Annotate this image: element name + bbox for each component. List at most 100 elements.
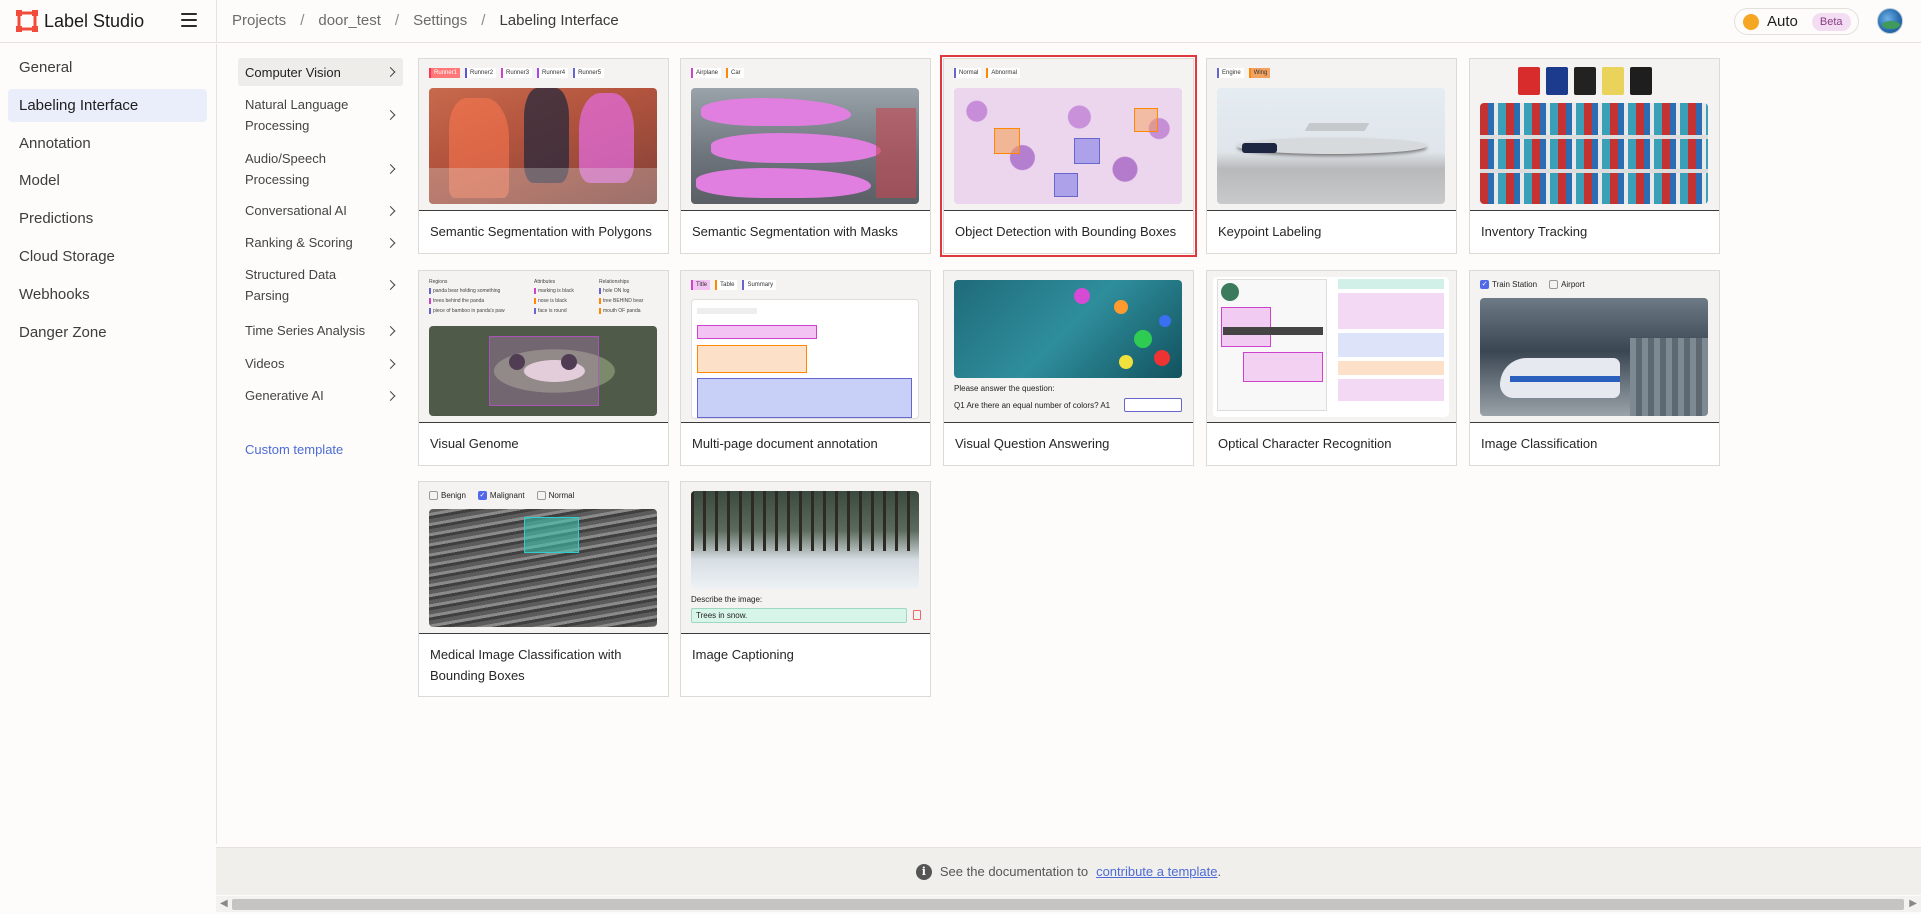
category-label: Structured Data Parsing (245, 267, 337, 303)
chevron-right-icon (385, 358, 396, 369)
label-chips: Airplane Car (691, 68, 744, 78)
choice-label: Train Station (1492, 280, 1538, 289)
template-title: Medical Image Classification with Boundi… (430, 647, 622, 683)
choice-label: Benign (441, 491, 466, 500)
template-thumbnail: Airplane Car (681, 59, 930, 211)
product-thumbnails (1518, 67, 1676, 95)
sidebar-item-general[interactable]: General (8, 51, 207, 84)
template-title: Keypoint Labeling (1218, 224, 1322, 239)
template-card-medical[interactable]: Benign ✓ Malignant Normal Medical Image C… (418, 481, 669, 697)
avatar[interactable] (1877, 8, 1903, 34)
choice-label: Airport (1561, 280, 1585, 289)
label-chip: Abnormal (986, 68, 1021, 78)
category-videos[interactable]: Videos (238, 353, 403, 374)
category-nlp[interactable]: Natural Language Processing (238, 94, 403, 136)
classification-choices: ✓ Train Station Airport (1480, 280, 1585, 289)
category-label: Ranking & Scoring (245, 235, 353, 250)
app-name: Label Studio (44, 10, 145, 31)
template-title: Image Captioning (692, 647, 794, 662)
sidebar-item-predictions[interactable]: Predictions (8, 202, 207, 235)
auto-mode-toggle[interactable]: Auto Beta (1734, 8, 1859, 35)
jet-image (1217, 88, 1445, 204)
template-card-semantic-polygons[interactable]: Runner1 Runner2 Runner3 Runner4 Runner5 … (418, 58, 669, 254)
label-chip: Car (726, 68, 744, 78)
template-card-semantic-masks[interactable]: Airplane Car Semantic Segmentation with … (680, 58, 931, 254)
train-image (1480, 298, 1708, 416)
blood-cells-image (954, 88, 1182, 204)
vqa-question: Q1 Are there an equal number of colors? … (954, 401, 1111, 410)
label-chip: Normal (954, 68, 982, 78)
breadcrumb-settings[interactable]: Settings (413, 12, 467, 29)
template-card-keypoint[interactable]: Engine Wing Keypoint Labeling (1206, 58, 1457, 254)
category-structured-data[interactable]: Structured Data Parsing (238, 264, 403, 306)
sidebar-item-model[interactable]: Model (8, 164, 207, 197)
checkbox-icon (1549, 280, 1559, 289)
template-thumbnail: Title Table Summary (681, 271, 930, 423)
category-label: Computer Vision (245, 64, 341, 80)
template-title: Visual Question Answering (955, 436, 1110, 451)
template-card-object-detection[interactable]: Normal Abnormal Object Detection with Bo… (940, 55, 1197, 257)
scrollbar-thumb[interactable] (232, 899, 1904, 910)
checkbox-icon (536, 491, 546, 500)
sidebar-item-annotation[interactable]: Annotation (8, 127, 207, 160)
vqa-answer-input (1124, 398, 1182, 412)
breadcrumb-separator: / (394, 12, 400, 29)
template-card-ocr[interactable]: Optical Character Recognition (1206, 270, 1457, 466)
chevron-right-icon (385, 205, 396, 216)
horizontal-scrollbar[interactable]: ◀ ▶ (216, 896, 1921, 912)
sidebar-item-cloud-storage[interactable]: Cloud Storage (8, 240, 207, 273)
sidebar-item-danger-zone[interactable]: Danger Zone (8, 316, 207, 349)
label-chip: Wing (1248, 68, 1271, 78)
template-card-multipage[interactable]: Title Table Summary Multi-page document … (680, 270, 931, 466)
label-chips: Normal Abnormal (954, 68, 1021, 78)
label-chip: Summary (742, 280, 777, 290)
label-chips: Runner1 Runner2 Runner3 Runner4 Runner5 (429, 68, 605, 78)
breadcrumb-projects[interactable]: Projects (232, 12, 286, 29)
template-card-inventory[interactable]: Inventory Tracking (1469, 58, 1720, 254)
scroll-right-icon[interactable]: ▶ (1909, 898, 1917, 909)
template-thumbnail: Regions Attributes Relationships panda b… (419, 271, 668, 423)
template-card-vqa[interactable]: Please answer the question: Q1 Are there… (943, 270, 1194, 466)
caption-prompt: Describe the image: (691, 595, 763, 604)
category-generative-ai[interactable]: Generative AI (238, 385, 403, 406)
breadcrumb: Projects / door_test / Settings / Labeli… (232, 12, 619, 29)
breadcrumb-project[interactable]: door_test (318, 12, 381, 29)
category-label: Audio/Speech Processing (245, 151, 326, 187)
checkbox-icon (429, 491, 438, 500)
label-chip: Runner2 (465, 68, 497, 78)
panda-image (429, 326, 657, 416)
custom-template-link[interactable]: Custom template (245, 442, 343, 457)
contribute-template-link[interactable]: contribute a template (1096, 864, 1217, 879)
category-label: Conversational AI (245, 203, 347, 218)
menu-icon[interactable] (181, 13, 197, 27)
template-thumbnail (1470, 59, 1719, 211)
template-title: Object Detection with Bounding Boxes (955, 224, 1177, 239)
template-card-visual-genome[interactable]: Regions Attributes Relationships panda b… (418, 270, 669, 466)
category-ranking-scoring[interactable]: Ranking & Scoring (238, 232, 403, 253)
checkbox-checked-icon: ✓ (1480, 280, 1489, 289)
template-card-image-captioning[interactable]: Describe the image: Trees in snow. Image… (680, 481, 931, 697)
category-label: Videos (245, 356, 285, 371)
chevron-right-icon (385, 164, 396, 174)
label-chips: Title Table Summary (691, 280, 777, 290)
sidebar-item-labeling-interface[interactable]: Labeling Interface (8, 89, 207, 122)
category-conversational-ai[interactable]: Conversational AI (238, 200, 403, 221)
category-computer-vision[interactable]: Computer Vision (238, 58, 403, 86)
label-chip: Title (691, 280, 711, 290)
visual-genome-regions: Regions Attributes Relationships panda b… (429, 279, 644, 314)
template-thumbnail: Please answer the question: Q1 Are there… (944, 271, 1193, 423)
chevron-right-icon (385, 110, 396, 120)
template-card-image-classification[interactable]: ✓ Train Station Airport Image Classificat… (1469, 270, 1720, 466)
template-thumbnail: Normal Abnormal (944, 59, 1193, 211)
chevron-right-icon (385, 280, 396, 290)
category-time-series[interactable]: Time Series Analysis (238, 320, 403, 341)
airplanes-image (691, 88, 919, 204)
footer-text: See the documentation to (939, 864, 1089, 879)
template-thumbnail (1207, 271, 1456, 423)
category-audio[interactable]: Audio/Speech Processing (238, 148, 403, 190)
app-logo[interactable]: Label Studio (16, 10, 144, 32)
template-thumbnail: Engine Wing (1207, 59, 1456, 211)
category-label: Generative AI (245, 388, 324, 403)
scroll-left-icon[interactable]: ◀ (220, 898, 228, 909)
sidebar-item-webhooks[interactable]: Webhooks (8, 278, 207, 311)
